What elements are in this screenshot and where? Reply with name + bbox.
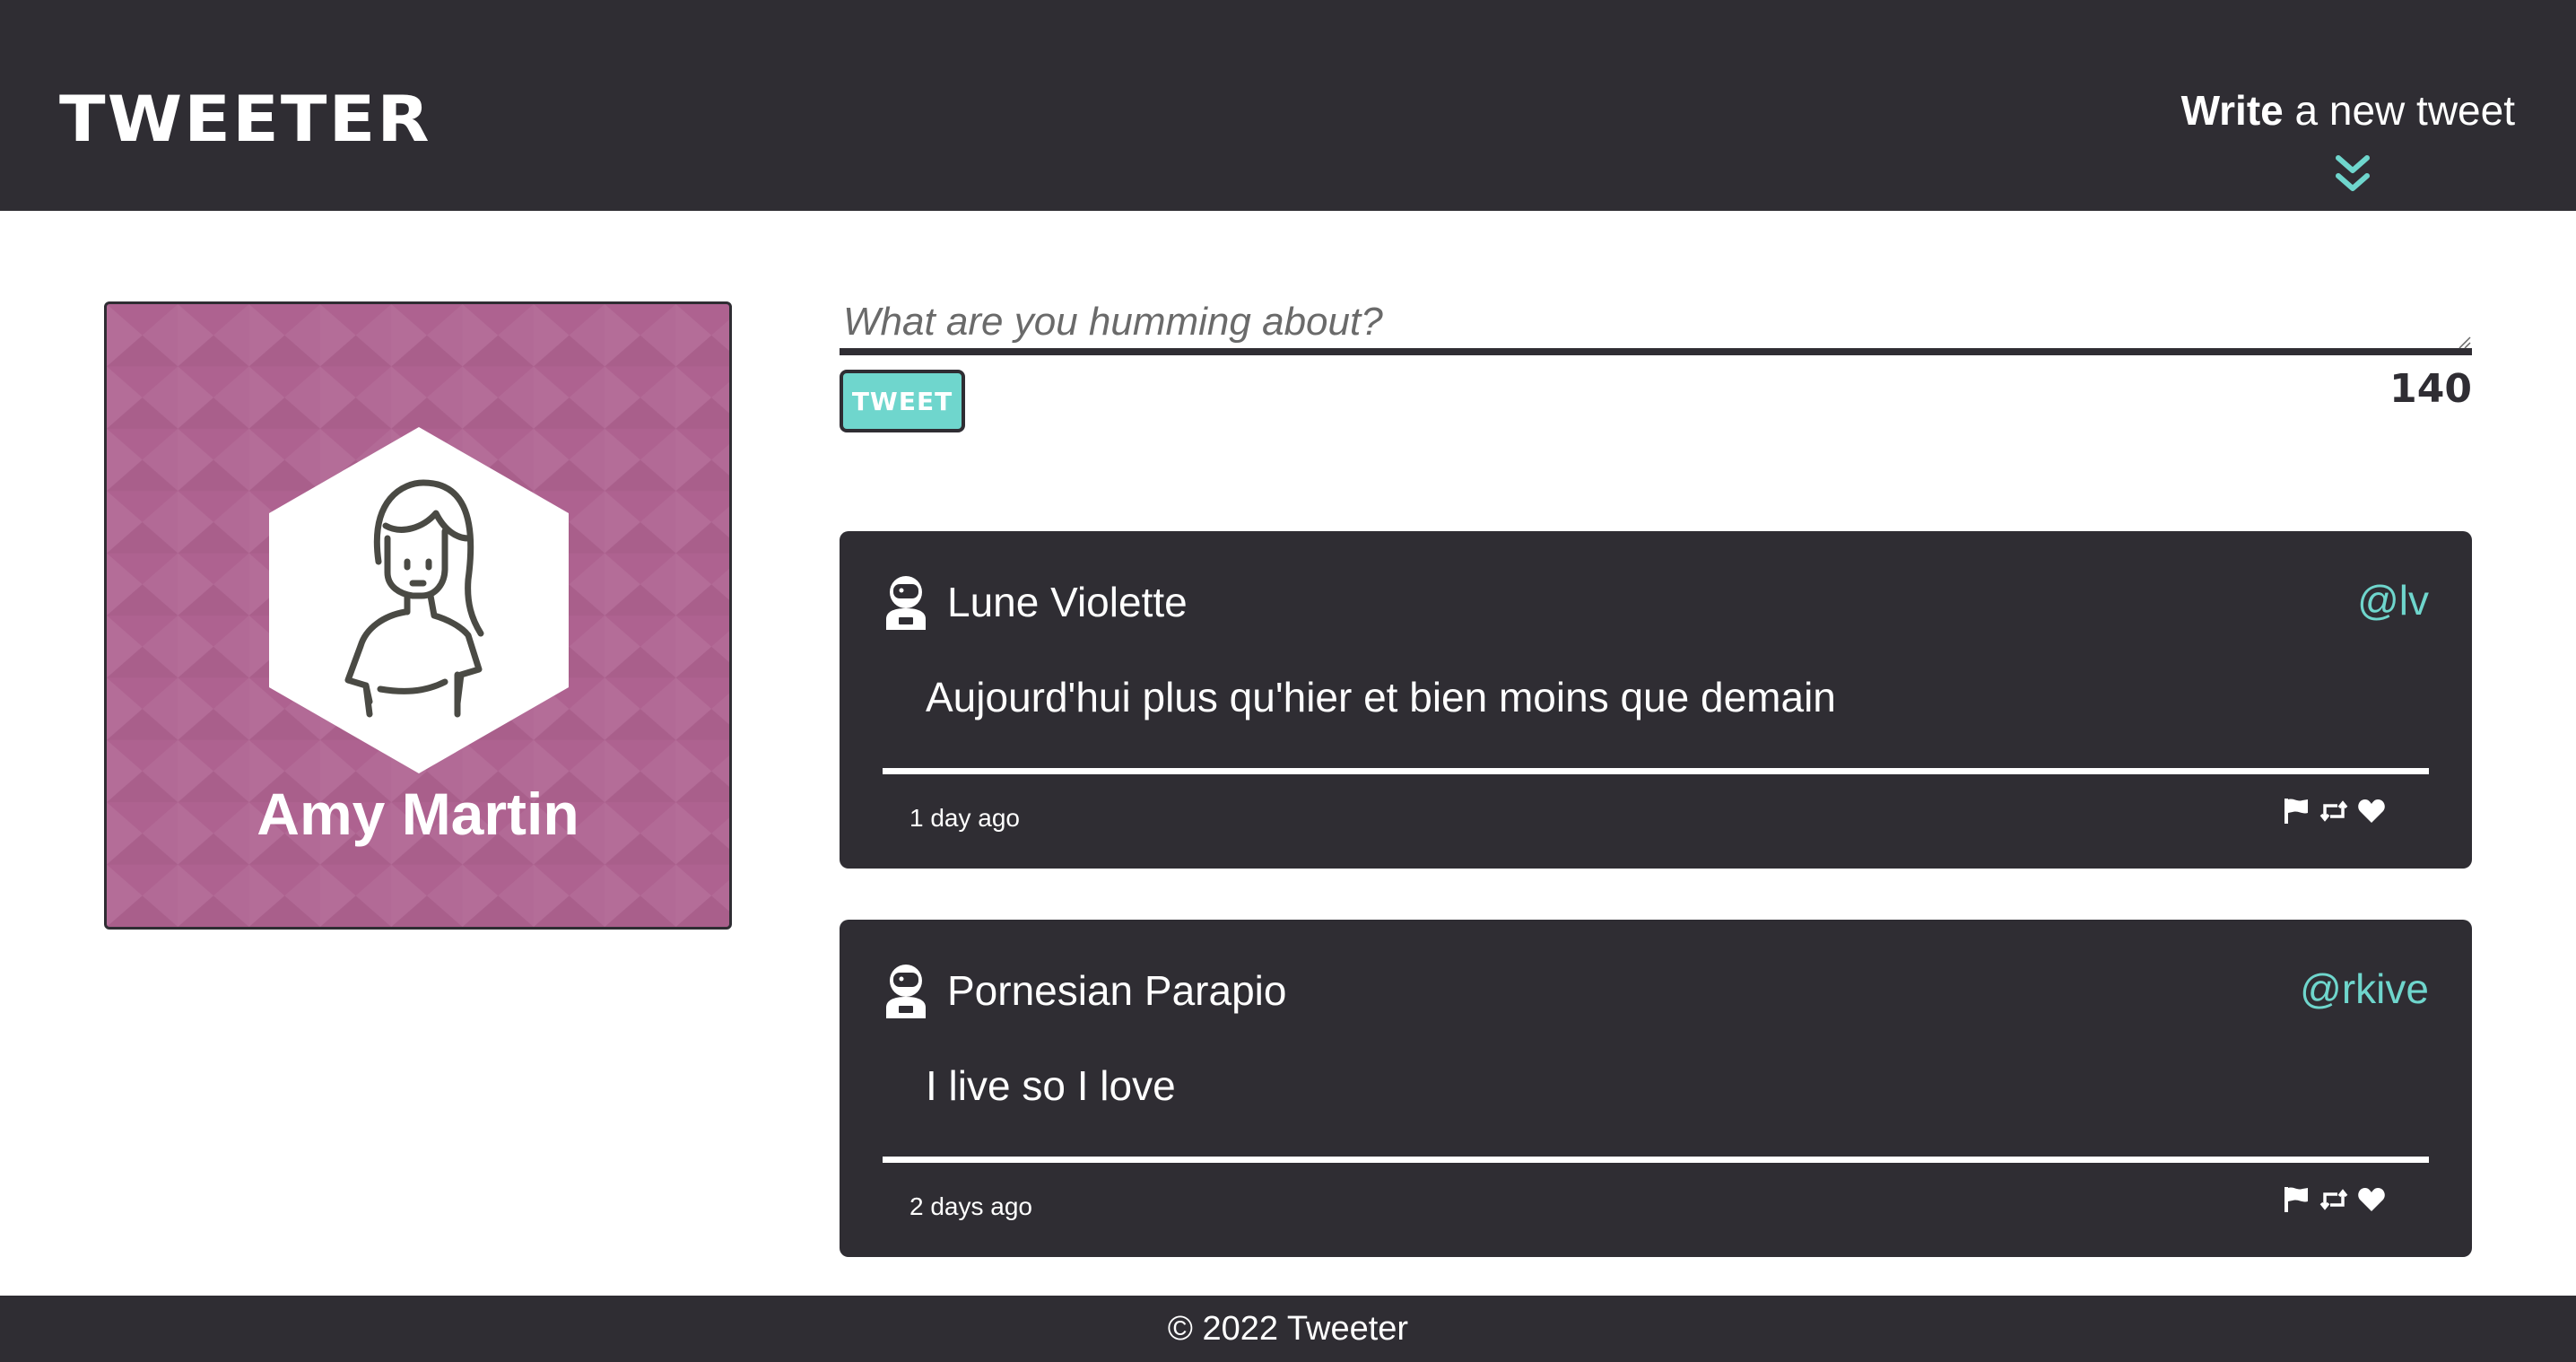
astronaut-avatar-icon — [886, 965, 926, 1018]
tweet-input[interactable] — [840, 287, 2472, 355]
tweet-timestamp: 2 days ago — [909, 1192, 1032, 1220]
retweet-icon[interactable] — [2319, 1185, 2348, 1214]
profile-name: Amy Martin — [257, 781, 579, 847]
tweet-text: Aujourd'hui plus qu'hier et bien moins q… — [926, 674, 1836, 720]
write-label-rest: a new tweet — [2283, 87, 2516, 134]
tweet-author-name: Pornesian Parapio — [947, 967, 1287, 1014]
heart-icon[interactable] — [2357, 1185, 2386, 1214]
tweet-author-handle[interactable]: @rkive — [2300, 965, 2429, 1013]
tweet-card: Pornesian Parapio @rkive I live so I lov… — [840, 920, 2472, 1257]
tweet-actions — [2282, 1185, 2386, 1214]
tweet-button[interactable]: TWEET — [840, 370, 965, 432]
tweet-card: Lune Violette @lv Aujourd'hui plus qu'hi… — [840, 531, 2472, 869]
write-new-tweet-link[interactable]: Write a new tweet — [2181, 86, 2515, 135]
character-counter: 140 — [2389, 366, 2472, 412]
tweet-divider — [883, 1157, 2429, 1163]
tweet-text: I live so I love — [926, 1062, 1176, 1109]
retweet-icon[interactable] — [2319, 797, 2348, 825]
resize-grip-icon[interactable] — [2458, 336, 2472, 350]
flag-icon[interactable] — [2282, 797, 2311, 825]
tweet-divider — [883, 768, 2429, 774]
brand-logo[interactable]: TWEETER — [59, 83, 431, 156]
flag-icon[interactable] — [2282, 1185, 2311, 1214]
write-label-bold: Write — [2180, 87, 2284, 134]
tweet-author-name: Lune Violette — [947, 579, 1188, 625]
tweet-actions — [2282, 797, 2386, 825]
profile-card: Amy Martin — [104, 301, 732, 930]
tweet-timestamp: 1 day ago — [909, 804, 1020, 832]
page-footer: © 2022 Tweeter — [0, 1296, 2576, 1362]
heart-icon[interactable] — [2357, 797, 2386, 825]
compose-form: TWEET 140 — [840, 287, 2472, 432]
double-chevron-down-icon[interactable] — [2335, 154, 2371, 196]
astronaut-avatar-icon — [886, 576, 926, 630]
profile-avatar — [269, 427, 569, 773]
footer-copyright: © 2022 Tweeter — [1167, 1310, 1409, 1348]
tweet-author-handle[interactable]: @lv — [2357, 576, 2429, 624]
top-nav: TWEETER Write a new tweet — [0, 0, 2576, 211]
